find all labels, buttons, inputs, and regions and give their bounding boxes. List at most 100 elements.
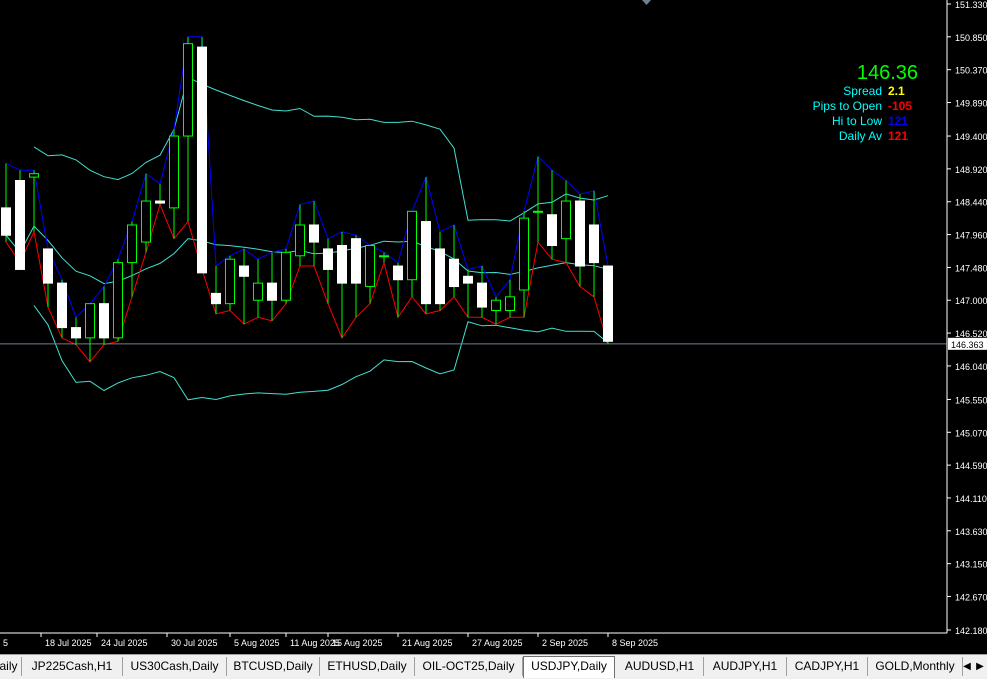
candle-body-bearish <box>463 275 473 284</box>
candle-body-bearish <box>589 224 599 264</box>
info-row-spread: Spread 2.1 <box>813 84 918 99</box>
bollinger-middle-line <box>5 225 609 285</box>
time-tick-label: 5 Aug 2025 <box>234 638 280 648</box>
candle-body-bullish <box>505 296 515 312</box>
chart-shift-marker-icon <box>642 0 651 5</box>
candle-body-bullish <box>141 200 151 243</box>
candle-body-bearish <box>211 292 221 305</box>
price-tick-label: 144.110 <box>955 494 987 504</box>
price-tick-label: 147.960 <box>955 231 987 241</box>
candle-body-bearish <box>239 265 249 277</box>
price-tick-label: 146.040 <box>955 362 987 372</box>
candle-body-bearish <box>547 214 557 247</box>
candle-body-bearish <box>323 248 333 270</box>
highs-line <box>5 36 609 319</box>
price-tick-label: 149.890 <box>955 99 987 109</box>
time-tick-label: 24 Jul 2025 <box>101 638 148 648</box>
candle-body-bullish <box>491 299 501 312</box>
current-price-tag-label: 146.363 <box>951 340 984 350</box>
tab-scroll-right-icon[interactable]: ▶ <box>975 658 985 676</box>
time-tick-label: 27 Aug 2025 <box>472 638 523 648</box>
candle-body-bearish <box>477 282 487 308</box>
candle-body-bearish <box>309 224 319 243</box>
candle-body-bearish <box>15 180 25 270</box>
candle-body-bullish <box>85 303 95 339</box>
info-row-pips-to-open: Pips to Open -105 <box>813 99 918 114</box>
chart-tab[interactable]: US30Cash,Daily <box>123 657 227 676</box>
info-value: -105 <box>888 99 913 113</box>
chart-tab-active[interactable]: USDJPY,Daily <box>523 656 615 678</box>
price-tick-label: 148.920 <box>955 165 987 175</box>
candle-body-bearish <box>449 258 459 288</box>
candle-body-bullish <box>379 255 389 258</box>
chart-tab[interactable]: AUDJPY,H1 <box>704 657 787 676</box>
chart-tab[interactable]: BTCUSD,Daily <box>227 657 320 676</box>
info-row-daily-av: Daily Av 121 <box>813 129 918 144</box>
price-tick-label: 142.180 <box>955 626 987 636</box>
candle-body-bullish <box>225 258 235 305</box>
price-tick-label: 151.330 <box>955 0 987 10</box>
candle-body-bearish <box>71 327 81 339</box>
candle-body-bearish <box>603 265 613 342</box>
candle-body-bearish <box>435 248 445 305</box>
candle-body-bearish <box>421 221 431 305</box>
chart-tab[interactable]: OIL-OCT25,Daily <box>415 657 523 676</box>
price-tick-label: 147.000 <box>955 296 987 306</box>
info-label: Pips to Open <box>812 99 882 113</box>
candle-body-bullish <box>169 135 179 209</box>
time-tick-label: 21 Aug 2025 <box>402 638 453 648</box>
chart-tab[interactable]: JP225Cash,H1 <box>22 657 123 676</box>
time-tick-label: 2 Sep 2025 <box>542 638 588 648</box>
info-label: Hi to Low <box>831 114 882 128</box>
price-tick-label: 145.070 <box>955 428 987 438</box>
info-value: 2.1 <box>888 84 905 98</box>
time-tick-label: 15 Aug 2025 <box>332 638 383 648</box>
tab-scroll-left-icon[interactable]: ◀ <box>962 658 972 676</box>
price-tick-label: 145.550 <box>955 395 987 405</box>
bollinger-upper-line <box>33 76 609 222</box>
price-tick-label: 150.370 <box>955 66 987 76</box>
candle-body-bearish <box>57 282 67 329</box>
candle-body-bullish <box>519 217 529 291</box>
price-tick-label: 143.150 <box>955 560 987 570</box>
info-value: 121 <box>888 114 909 128</box>
price-tick-label: 149.400 <box>955 132 987 142</box>
candle-body-bearish <box>337 245 347 284</box>
candle-body-bullish <box>113 262 123 339</box>
candle-body-bullish <box>183 43 193 137</box>
candle-body-bearish <box>351 238 361 284</box>
time-tick-label: 18 Jul 2025 <box>45 638 92 648</box>
candle-body-bearish <box>43 248 53 284</box>
time-tick-label: 30 Jul 2025 <box>171 638 218 648</box>
info-panel: 146.36 Spread 2.1 Pips to Open -105 Hi to … <box>813 62 918 144</box>
price-tick-label: 147.480 <box>955 263 987 273</box>
chart-tab[interactable]: aily <box>0 657 22 676</box>
info-row-hi-to-low: Hi to Low 121 <box>813 114 918 129</box>
candle-body-bullish <box>295 224 305 257</box>
chart-tab[interactable]: ETHUSD,Daily <box>320 657 415 676</box>
info-label: Spread <box>843 84 882 98</box>
lows-line <box>5 202 609 363</box>
candle-body-bullish <box>29 173 39 178</box>
price-tick-label: 146.520 <box>955 329 987 339</box>
candle-body-bearish <box>393 265 403 281</box>
candle-body-bullish <box>365 245 375 288</box>
candle-body-bullish <box>533 210 543 213</box>
info-value: 121 <box>888 129 909 143</box>
price-tick-label: 144.590 <box>955 461 987 471</box>
candle-body-bearish <box>575 200 585 267</box>
price-tick-label: 142.670 <box>955 592 987 602</box>
time-tick-label: 5 <box>3 638 8 648</box>
current-price-display: 146.36 <box>856 62 918 84</box>
chart-tab[interactable]: GOLD,Monthly <box>868 657 963 676</box>
candle-body-bearish <box>1 207 11 236</box>
candle-body-bearish <box>155 200 165 204</box>
chart-tab[interactable]: CADJPY,H1 <box>787 657 868 676</box>
info-label: Daily Av <box>838 129 882 143</box>
chart-tab[interactable]: AUDUSD,H1 <box>616 657 704 676</box>
candle-body-bullish <box>407 210 417 281</box>
price-tick-label: 143.630 <box>955 527 987 537</box>
price-tick-label: 150.850 <box>955 33 987 43</box>
candle-body-bearish <box>197 46 207 274</box>
chart-window[interactable]: 151.330 150.850 150.370 149.890 149.400 148.9… <box>0 0 987 679</box>
